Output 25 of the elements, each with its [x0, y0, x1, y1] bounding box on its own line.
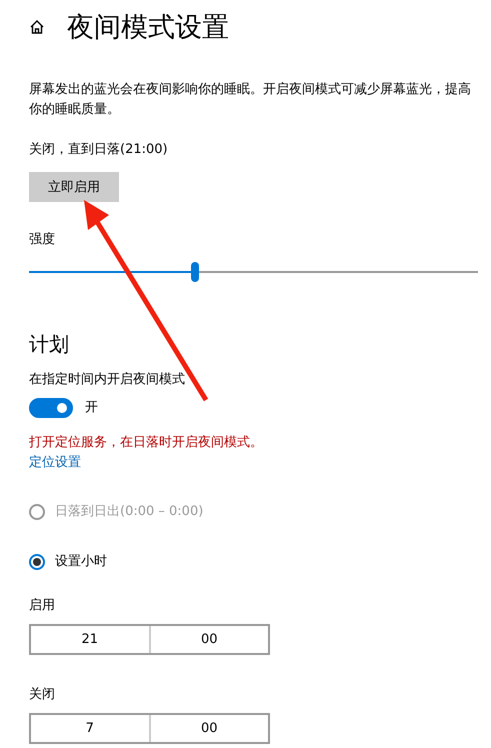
minute-value: 00	[148, 715, 268, 742]
time-label: 启用	[29, 597, 55, 615]
schedule-toggle[interactable]	[29, 398, 73, 418]
page-title: 夜间模式设置	[67, 11, 229, 45]
radio-label: 日落到日出(0:00 – 0:00)	[55, 503, 204, 521]
radio-button[interactable]	[29, 554, 45, 570]
time-label: 关闭	[29, 686, 55, 704]
schedule-heading: 计划	[29, 331, 69, 358]
status-text: 关闭，直到日落(21:00)	[29, 141, 168, 159]
slider-thumb[interactable]	[191, 262, 200, 282]
time-picker[interactable]: 7 00	[29, 713, 270, 744]
toggle-label: 在指定时间内开启夜间模式	[29, 371, 185, 389]
home-icon[interactable]	[29, 19, 45, 35]
toggle-state: 开	[85, 399, 98, 417]
description-text: 屏幕发出的蓝光会在夜间影响你的睡眠。开启夜间模式可减少屏幕蓝光，提高你的睡眠质量。	[29, 81, 472, 119]
warning-text: 打开定位服务，在日落时开启夜间模式。	[29, 434, 263, 452]
radio-label: 设置小时	[55, 553, 107, 571]
minute-value: 00	[148, 626, 268, 653]
time-picker[interactable]: 21 00	[29, 624, 270, 655]
hour-value: 7	[84, 720, 95, 738]
strength-slider[interactable]	[29, 262, 478, 282]
hour-value: 21	[80, 631, 100, 649]
strength-label: 强度	[29, 231, 55, 249]
location-settings-link[interactable]: 定位设置	[29, 453, 81, 472]
enable-now-button[interactable]: 立即启用	[29, 172, 119, 202]
